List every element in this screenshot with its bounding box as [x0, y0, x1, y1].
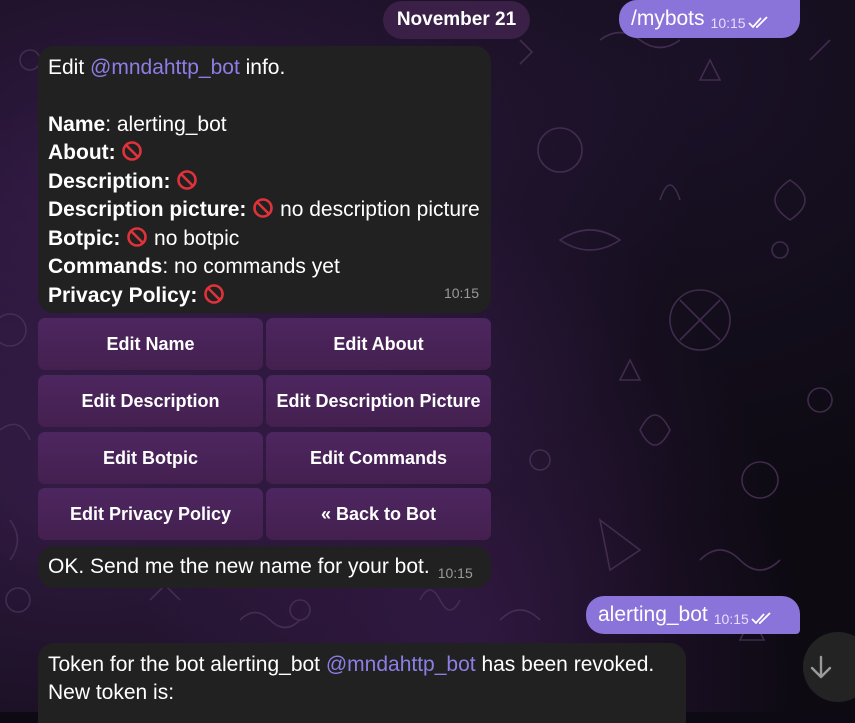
commands-value: no commands yet [174, 255, 340, 278]
ok-message[interactable]: OK. Send me the new name for your bot. 1… [38, 546, 491, 588]
bot-info-message[interactable]: Edit @mndahttp_bot info. Name: alerting_… [38, 46, 491, 313]
arrow-down-icon [810, 655, 832, 679]
info-title-suffix: info. [245, 56, 286, 79]
date-separator: November 21 [383, 1, 530, 39]
outgoing-message-alerting-bot[interactable]: alerting_bot 10:15 [586, 596, 800, 634]
message-text: OK. Send me the new name for your bot. [48, 555, 430, 578]
message-time: 10:15 [710, 15, 746, 31]
back-to-bot-button[interactable]: « Back to Bot [266, 488, 491, 540]
message-time: 10:15 [443, 284, 479, 301]
description-label: Description: [48, 169, 171, 193]
edit-commands-button[interactable]: Edit Commands [266, 432, 491, 484]
message-meta: 10:15 [714, 611, 773, 627]
edit-name-button[interactable]: Edit Name [38, 318, 263, 370]
edit-description-button[interactable]: Edit Description [38, 375, 263, 427]
edit-about-button[interactable]: Edit About [266, 318, 491, 370]
edit-privacy-policy-button[interactable]: Edit Privacy Policy [38, 488, 263, 540]
name-label: Name [48, 112, 106, 136]
message-time: 10:15 [437, 565, 473, 581]
message-text: /mybots [631, 7, 705, 30]
info-title-line: Edit @mndahttp_bot info. [48, 54, 481, 83]
description-picture-label: Description picture: [48, 198, 247, 221]
message-meta: 10:15 [711, 15, 770, 31]
no-entry-sign-icon [204, 283, 225, 304]
token-message[interactable]: Token for the bot alerting_bot @mndahttp… [38, 643, 686, 723]
info-title-prefix: Edit [48, 56, 85, 79]
double-check-icon [751, 612, 771, 625]
no-entry-sign-icon [122, 141, 143, 161]
privacy-label: Privacy Policy: [48, 283, 198, 307]
botpic-line: Botpic: no botpic [48, 225, 481, 254]
commands-line: Commands: no commands yet [48, 255, 340, 278]
message-text: alerting_bot [598, 603, 708, 626]
token-prefix: Token for the bot alerting_bot [48, 653, 321, 676]
commands-label: Commands [48, 255, 163, 278]
token-line-1: Token for the bot alerting_bot @mndahttp… [48, 651, 676, 679]
about-line: About: [48, 139, 481, 168]
name-value: alerting_bot [116, 112, 227, 136]
no-entry-sign-icon [177, 169, 198, 190]
botpic-value: no botpic [154, 226, 240, 250]
botpic-label: Botpic: [48, 226, 121, 250]
double-check-icon [747, 16, 768, 29]
no-entry-sign-icon [127, 226, 147, 247]
edit-description-picture-button[interactable]: Edit Description Picture [266, 375, 491, 427]
description-picture-line: Description picture: no description pict… [48, 196, 481, 225]
about-label: About: [48, 141, 116, 164]
token-suffix: has been revoked. [481, 653, 655, 676]
bot-mention-link[interactable]: @mndahttp_bot [90, 56, 240, 79]
message-time: 10:15 [713, 611, 749, 627]
bot-mention-link[interactable]: @mndahttp_bot [326, 653, 476, 676]
description-line: Description: [48, 168, 481, 197]
no-entry-sign-icon [253, 198, 274, 218]
name-line: Name: alerting_bot [48, 112, 227, 136]
outgoing-message-mybots[interactable]: /mybots 10:15 [619, 0, 800, 38]
description-picture-value: no description picture [280, 198, 480, 221]
edit-botpic-button[interactable]: Edit Botpic [38, 432, 263, 484]
token-line-2: New token is: [48, 681, 175, 704]
privacy-line: Privacy Policy: [48, 282, 481, 311]
